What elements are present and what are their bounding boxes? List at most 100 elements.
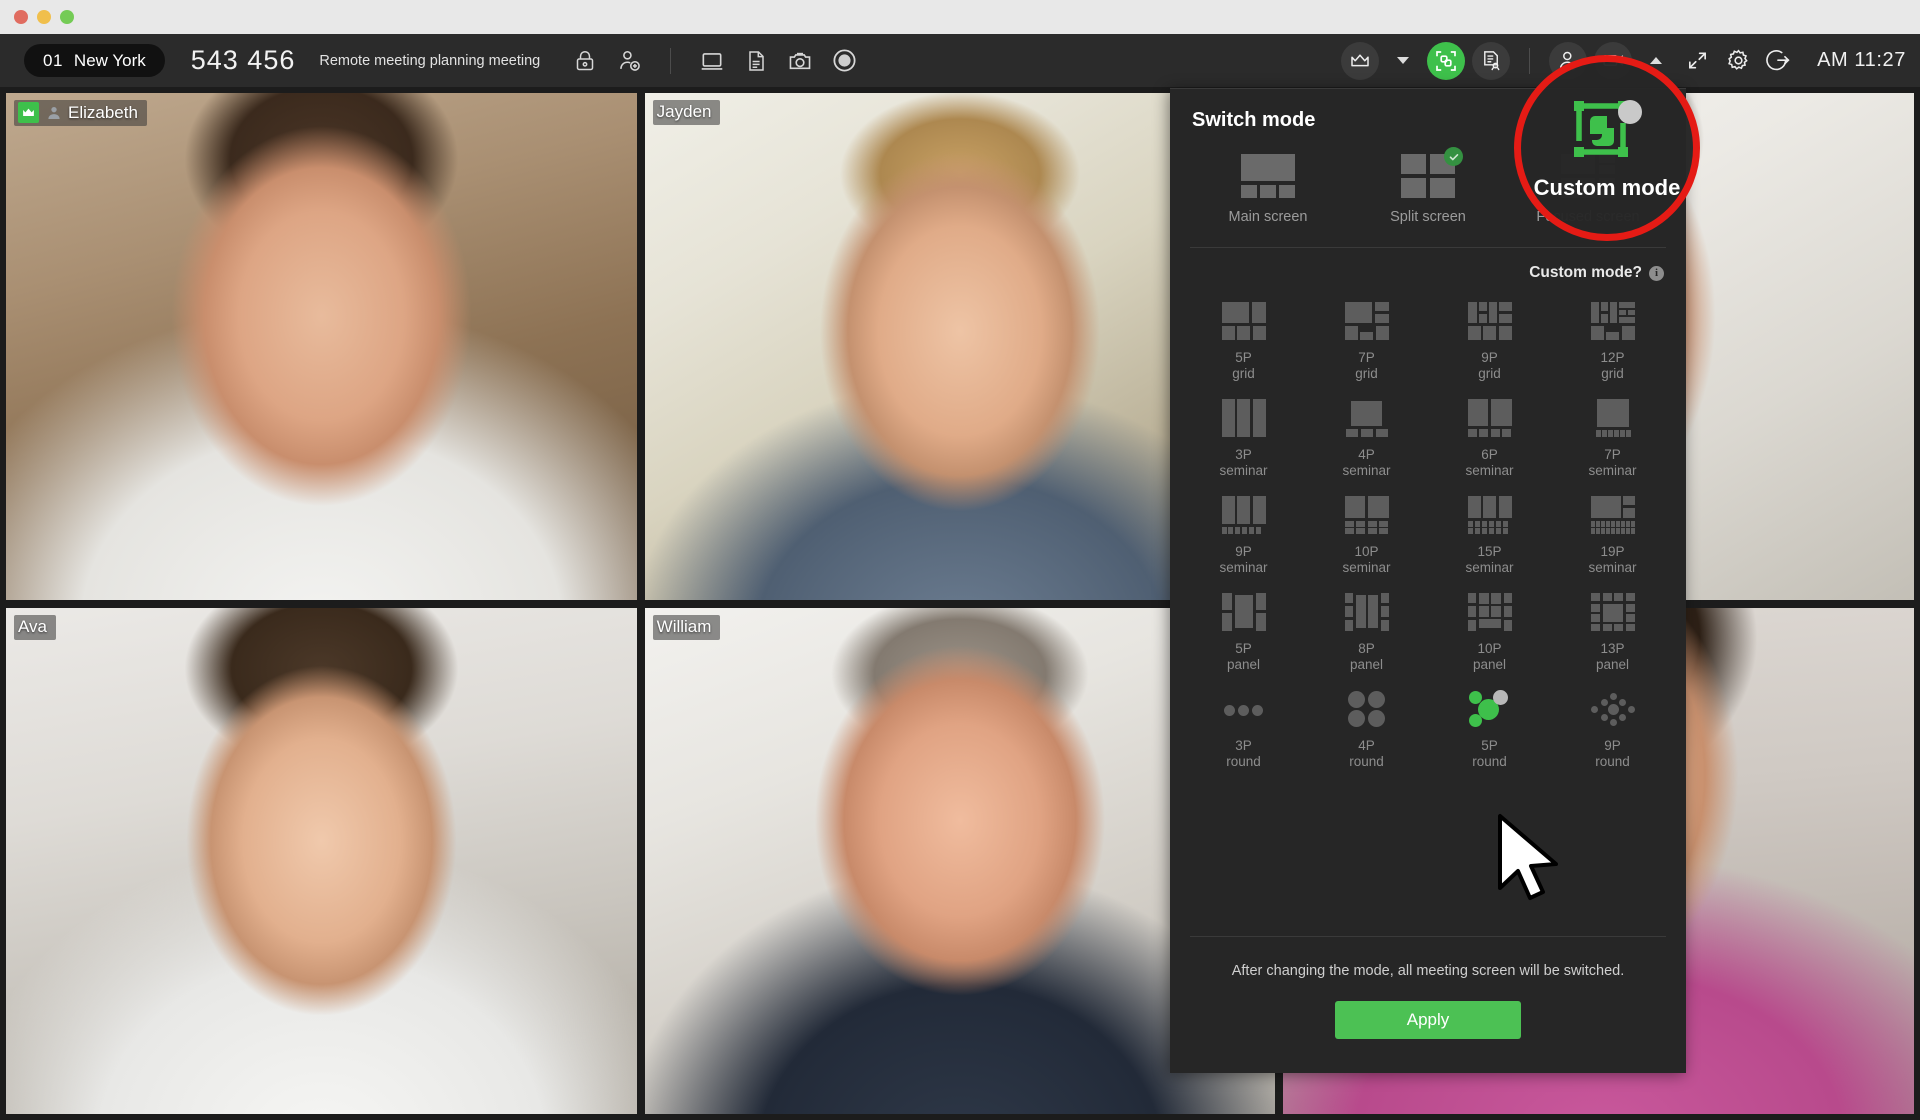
mode-count: 10P xyxy=(1477,641,1502,656)
participant-name-badge: Jayden xyxy=(652,100,721,125)
mode-count: 13P xyxy=(1600,641,1625,656)
mode-item-10p-seminar[interactable]: 10P seminar xyxy=(1305,486,1428,579)
mode-item-3p-seminar[interactable]: 3P seminar xyxy=(1182,389,1305,482)
mode-kind: grid xyxy=(1601,365,1624,381)
mode-kind: round xyxy=(1595,753,1630,769)
mode-kind: panel xyxy=(1595,656,1630,672)
top-mode-label: Main screen xyxy=(1228,209,1308,225)
video-tile-elizabeth[interactable]: Elizabeth xyxy=(6,93,637,600)
record-icon[interactable] xyxy=(829,46,859,76)
meeting-app-window: 01 New York 543 456 Remote meeting plann… xyxy=(0,0,1920,1120)
mode-count: 15P xyxy=(1477,544,1502,559)
mode-item-19p-seminar[interactable]: 19P seminar xyxy=(1551,486,1674,579)
mode-count: 19P xyxy=(1600,544,1625,559)
video-tile-ava[interactable]: Ava xyxy=(6,607,637,1114)
mode-count: 9P xyxy=(1481,350,1498,365)
participant-name: William xyxy=(656,616,712,636)
mode-count: 6P xyxy=(1481,447,1498,462)
mode-kind: seminar xyxy=(1219,462,1268,478)
toolbar-right-divider xyxy=(1529,47,1531,74)
mode-row-grid: 5P grid 7P grid 9P grid 12P grid xyxy=(1182,292,1674,385)
room-name: New York xyxy=(73,50,146,70)
mode-count: 9P xyxy=(1235,544,1252,559)
participant-video xyxy=(6,93,637,600)
mode-item-7p-grid[interactable]: 7P grid xyxy=(1305,292,1428,385)
mode-count: 5P xyxy=(1481,738,1498,753)
mode-item-9p-seminar[interactable]: 9P seminar xyxy=(1182,486,1305,579)
lock-icon[interactable] xyxy=(570,46,600,76)
info-icon[interactable]: i xyxy=(1649,265,1664,281)
mode-item-9p-grid[interactable]: 9P grid xyxy=(1428,292,1551,385)
mode-count: 3P xyxy=(1235,447,1252,462)
mode-count: 10P xyxy=(1354,544,1379,559)
chevron-down-icon[interactable] xyxy=(1386,44,1420,78)
crown-icon[interactable] xyxy=(1341,41,1380,80)
mode-count: 5P xyxy=(1235,350,1252,365)
mode-item-9p-round[interactable]: 9P round xyxy=(1551,680,1674,773)
main-screen-thumbnail xyxy=(1241,154,1295,198)
mode-kind: grid xyxy=(1232,365,1255,381)
custom-mode-icon[interactable] xyxy=(1427,41,1466,80)
meeting-title: Remote meeting planning meeting xyxy=(319,52,541,69)
mode-item-3p-round[interactable]: 3P round xyxy=(1182,680,1305,773)
mode-kind: seminar xyxy=(1342,559,1391,575)
mode-kind: round xyxy=(1472,753,1507,769)
window-titlebar xyxy=(0,0,1920,34)
top-mode-main-screen[interactable]: Main screen xyxy=(1188,154,1348,225)
screen-share-icon[interactable] xyxy=(697,46,727,76)
participant-video xyxy=(6,607,637,1114)
exit-icon[interactable] xyxy=(1762,44,1796,78)
panel-footer: After changing the mode, all meeting scr… xyxy=(1170,936,1686,1073)
room-pill[interactable]: 01 New York xyxy=(24,44,165,77)
selected-check-icon xyxy=(1444,147,1463,166)
mode-count: 7P xyxy=(1604,447,1621,462)
apply-button[interactable]: Apply xyxy=(1335,1001,1521,1039)
mode-item-8p-panel[interactable]: 8P panel xyxy=(1305,583,1428,676)
mode-item-6p-seminar[interactable]: 6P seminar xyxy=(1428,389,1551,482)
participant-name: Ava xyxy=(18,616,47,636)
mode-item-12p-grid[interactable]: 12P grid xyxy=(1551,292,1674,385)
split-screen-thumbnail xyxy=(1401,147,1463,198)
top-mode-label: Split screen xyxy=(1390,209,1466,225)
add-participant-icon[interactable] xyxy=(614,46,644,76)
custom-mode-question: Custom mode? xyxy=(1529,264,1642,281)
mode-kind: grid xyxy=(1478,365,1501,381)
mode-kind: seminar xyxy=(1588,559,1637,575)
mode-grid: 5P grid 7P grid 9P grid 12P grid 3P semi… xyxy=(1170,282,1686,773)
settings-icon[interactable] xyxy=(1721,44,1755,78)
custom-mode-callout-label: Custom mode xyxy=(1533,175,1681,200)
mode-item-4p-seminar[interactable]: 4P seminar xyxy=(1305,389,1428,482)
toolbar-divider xyxy=(670,47,672,74)
mode-row-round: 3P round 4P round 5P round 9P round xyxy=(1182,680,1674,773)
mode-count: 12P xyxy=(1600,350,1625,365)
mode-kind: panel xyxy=(1226,656,1261,672)
mode-item-15p-seminar[interactable]: 15P seminar xyxy=(1428,486,1551,579)
mode-kind: seminar xyxy=(1342,462,1391,478)
mode-count: 4P xyxy=(1358,447,1375,462)
mode-count: 7P xyxy=(1358,350,1375,365)
custom-mode-question-row: Custom mode? i xyxy=(1170,248,1686,282)
mode-item-5p-grid[interactable]: 5P grid xyxy=(1182,292,1305,385)
fullscreen-icon[interactable] xyxy=(1680,44,1714,78)
clock: AM 11:27 xyxy=(1817,49,1906,71)
document-icon[interactable] xyxy=(741,46,771,76)
mode-item-5p-round[interactable]: 5P round xyxy=(1428,680,1551,773)
window-close-button[interactable] xyxy=(14,10,28,24)
mode-kind: seminar xyxy=(1588,462,1637,478)
window-minimize-button[interactable] xyxy=(37,10,51,24)
mode-count: 9P xyxy=(1604,738,1621,753)
participant-name: Elizabeth xyxy=(68,102,138,122)
mode-item-7p-seminar[interactable]: 7P seminar xyxy=(1551,389,1674,482)
person-icon xyxy=(44,103,63,122)
footer-note: After changing the mode, all meeting scr… xyxy=(1231,963,1625,979)
mode-item-10p-panel[interactable]: 10P panel xyxy=(1428,583,1551,676)
mode-item-5p-panel[interactable]: 5P panel xyxy=(1182,583,1305,676)
mode-item-4p-round[interactable]: 4P round xyxy=(1305,680,1428,773)
participant-name-badge: William xyxy=(652,614,721,640)
window-maximize-button[interactable] xyxy=(60,10,74,24)
camera-snapshot-icon[interactable] xyxy=(785,46,815,76)
top-mode-split-screen[interactable]: Split screen xyxy=(1348,147,1508,225)
minutes-icon[interactable] xyxy=(1472,41,1511,80)
mode-row-seminar-large: 9P seminar 10P seminar 15P seminar 19P s… xyxy=(1182,486,1674,579)
mode-item-13p-panel[interactable]: 13P panel xyxy=(1551,583,1674,676)
